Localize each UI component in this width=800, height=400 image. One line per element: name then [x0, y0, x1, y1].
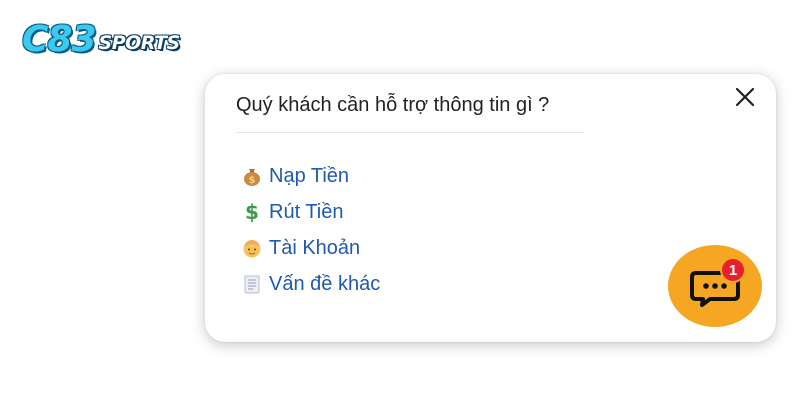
money-bag-icon: $	[240, 164, 264, 188]
close-button[interactable]	[732, 84, 758, 110]
logo-main-text: C83	[22, 19, 97, 60]
document-icon	[240, 272, 264, 296]
menu-item-other[interactable]: Vấn đề khác	[240, 266, 380, 302]
menu-item-label: Tài Khoản	[269, 236, 361, 259]
menu-item-deposit[interactable]: $ Nạp Tiền	[240, 158, 380, 194]
menu-item-account[interactable]: Tài Khoản	[240, 230, 380, 266]
menu-item-label: Nạp Tiền	[269, 164, 350, 187]
menu-item-withdraw[interactable]: $ Rút Tiền	[240, 194, 380, 230]
svg-text:$: $	[245, 201, 259, 223]
popup-title: Quý khách cần hỗ trợ thông tin gì ?	[236, 94, 550, 116]
brand-logo[interactable]: C83 SPORTS	[22, 20, 180, 60]
person-icon	[240, 236, 264, 260]
menu-item-label: Rút Tiền	[269, 200, 344, 223]
popup-divider	[236, 132, 584, 133]
svg-text:$: $	[249, 175, 256, 186]
dollar-sign-icon: $	[240, 200, 264, 224]
logo-sub-text: SPORTS	[98, 32, 181, 54]
notification-badge: 1	[720, 257, 746, 283]
support-menu: $ Nạp Tiền $ Rút Tiền Tài Khoản Vấn đề k…	[240, 158, 380, 302]
chat-button[interactable]: 1	[668, 245, 762, 327]
close-icon	[735, 87, 755, 107]
menu-item-label: Vấn đề khác	[269, 272, 381, 295]
